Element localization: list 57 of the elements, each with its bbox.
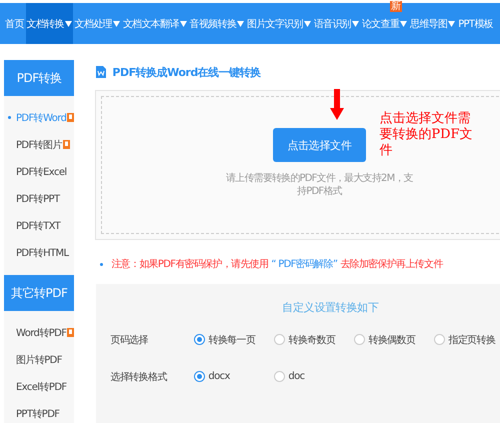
sidebar-item[interactable]: PDF转TXT [4,212,74,239]
caret-icon [448,20,456,26]
radio-button[interactable] [274,334,286,345]
arrow-icon [330,89,344,120]
notice-text: 注意：如果PDF有密码保护，请先使用 [111,258,268,271]
nav-tab[interactable]: 图片文字识别 [246,3,312,44]
select-file-button[interactable]: 点击选择文件 [272,128,366,162]
document-icon [96,66,106,78]
option-label: docx [208,371,230,382]
setting-label: 选择转换格式 [109,370,168,384]
new-badge: 新 [390,1,402,12]
radio-button[interactable] [194,371,206,382]
bookmark-icon [62,140,70,149]
notice-text: 去除加密保护再上传文件 [340,258,443,271]
nav-tab[interactable]: 文档转换 [26,3,73,44]
sidebar-item[interactable]: PDF转图片 [4,131,74,158]
radio-button[interactable] [354,334,366,345]
radio-button[interactable] [194,334,206,345]
nav-tab[interactable]: 音视频转换 [188,3,246,44]
caret-icon [237,20,244,26]
sidebar-item[interactable]: PDF转Excel [4,158,74,185]
caret-icon [180,20,187,26]
option-label: 转换偶数页 [368,334,416,346]
page-title: PDF转换成Word在线一键转换 [112,64,261,80]
sidebar-header: PDF转换 [4,60,74,96]
password-link[interactable]: “ PDF密码解除” [271,257,338,271]
upload-hint: 请上传需要转换的PDF文件，最大支持2M，支持PDF格式 [224,172,414,198]
option-label: doc [288,371,305,382]
annotation-text: 点击选择文件需要转换的PDF文件 [379,111,474,159]
setting-label: 页码选择 [109,334,149,346]
sidebar-item[interactable]: 图片转PDF [4,346,74,373]
nav-tab[interactable]: PPT模板 [457,3,494,44]
sidebar-item[interactable]: Word转PDF [4,319,74,346]
caret-icon [400,20,408,26]
sidebar-header: 其它转PDF [4,275,74,311]
option-label: 转换奇数页 [288,334,336,346]
settings-title: 自定义设置转换如下 [281,300,380,315]
nav-tab[interactable]: 新 论文查重 [360,3,408,44]
nav-tab[interactable]: 语音识别 [312,3,360,44]
nav-tab[interactable]: 首页 [4,3,25,44]
caret-icon [64,20,72,26]
sidebar-item[interactable]: PDF转HTML [4,239,74,266]
nav-tab[interactable]: 思维导图 [409,3,456,44]
sidebar-item[interactable]: PDF转Word [4,104,74,131]
nav-tab[interactable]: 文档文本翻译 [122,3,188,44]
sidebar-item[interactable]: PDF转PPT [4,185,74,212]
option-label: 转换每一页 [208,334,256,346]
caret-icon [352,20,359,26]
sidebar-item[interactable]: Excel转PDF [4,373,74,400]
option-label: 指定页转换 [448,334,496,346]
radio-button[interactable] [274,371,286,382]
upload-area[interactable]: 点击选择文件 请上传需要转换的PDF文件，最大支持2M，支持PDF格式 点击选择文件需要转换的PDF文件 [96,91,500,239]
nav-tab[interactable]: 文档处理 [74,3,121,44]
caret-icon [304,20,311,26]
sidebar-item[interactable]: PPT转PDF [4,400,74,423]
radio-button[interactable] [434,334,446,345]
caret-icon [112,20,120,26]
